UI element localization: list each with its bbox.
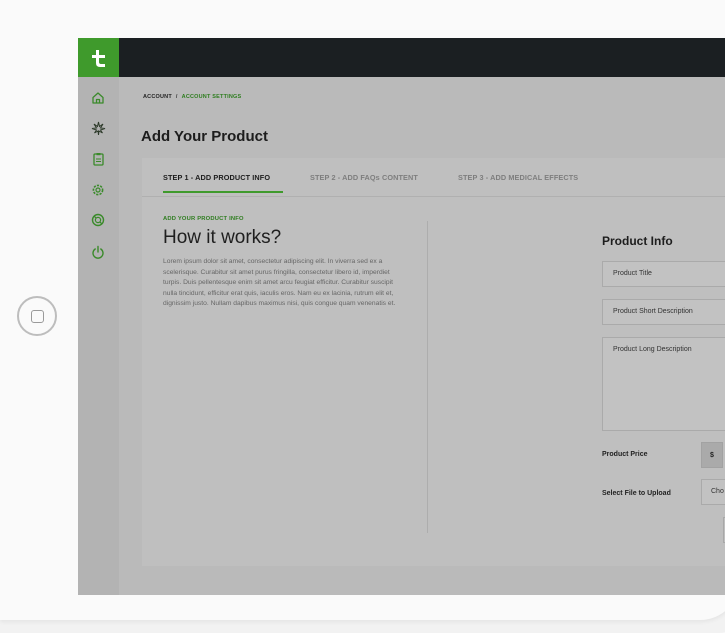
app-logo[interactable]: [78, 38, 119, 77]
upload-label: Select File to Upload: [602, 490, 671, 497]
breadcrumb: ACCOUNT / ACCOUNT SETTINGS: [143, 94, 241, 100]
home-button-icon: [31, 310, 44, 323]
intro-body: Lorem ipsum dolor sit amet, consectetur …: [163, 258, 396, 307]
clipboard-icon[interactable]: [89, 150, 107, 168]
product-long-description-textarea[interactable]: Product Long Description: [602, 337, 725, 431]
product-price-label: Product Price: [602, 451, 648, 458]
product-short-description-input[interactable]: Product Short Description: [602, 299, 725, 325]
form-title: Product Info: [602, 234, 673, 248]
power-icon[interactable]: [89, 243, 107, 261]
intro-kicker: ADD YOUR PRODUCT INFO: [163, 216, 244, 222]
price-currency-prefix: $: [701, 442, 723, 468]
product-title-input[interactable]: Product Title: [602, 261, 725, 287]
support-ring-icon[interactable]: [89, 211, 107, 229]
logo-icon: [91, 49, 105, 67]
tab-step-3[interactable]: STEP 3 - ADD MEDICAL EFFECTS: [458, 173, 578, 182]
active-tab-indicator: [163, 191, 283, 193]
column-divider: [427, 221, 428, 533]
app-screen: ACCOUNT / ACCOUNT SETTINGS Add Your Produc…: [78, 38, 725, 595]
intro-column: ADD YOUR PRODUCT INFO How it works? Lore…: [163, 207, 408, 310]
choose-file-button[interactable]: Cho: [701, 479, 725, 505]
step-tabs: STEP 1 - ADD PRODUCT INFO STEP 2 - ADD F…: [163, 173, 723, 195]
tab-step-1[interactable]: STEP 1 - ADD PRODUCT INFO: [163, 173, 270, 182]
tablet-frame: ACCOUNT / ACCOUNT SETTINGS Add Your Produc…: [0, 0, 725, 633]
tablet-home-button[interactable]: [17, 296, 57, 336]
home-icon[interactable]: [89, 89, 107, 107]
page-title: Add Your Product: [141, 128, 268, 145]
breadcrumb-account[interactable]: ACCOUNT: [143, 94, 172, 100]
tab-step-2[interactable]: STEP 2 - ADD FAQs CONTENT: [310, 173, 418, 182]
intro-heading: How it works?: [163, 227, 282, 248]
settings-icon[interactable]: [89, 181, 107, 199]
product-panel: STEP 1 - ADD PRODUCT INFO STEP 2 - ADD F…: [142, 158, 725, 566]
cannabis-leaf-icon[interactable]: [89, 119, 107, 137]
tabs-divider: [142, 196, 725, 197]
breadcrumb-separator: /: [175, 94, 178, 100]
main-content: ACCOUNT / ACCOUNT SETTINGS Add Your Produc…: [119, 77, 725, 595]
breadcrumb-account-settings[interactable]: ACCOUNT SETTINGS: [182, 94, 242, 100]
top-bar: [78, 38, 725, 77]
sidebar: [78, 77, 119, 595]
